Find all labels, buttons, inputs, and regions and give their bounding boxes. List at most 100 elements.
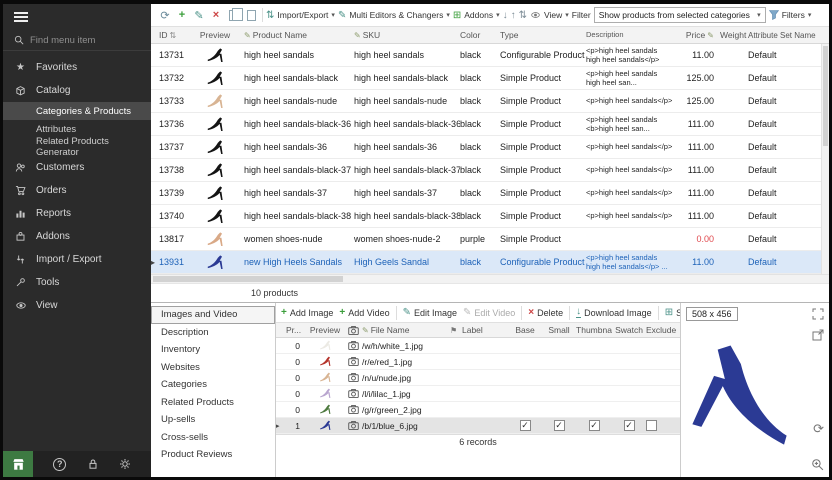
image-row[interactable]: 0 /w/h/white_1.jpg bbox=[276, 338, 680, 354]
addons-menu[interactable]: ⊞ Addons ▾ bbox=[453, 10, 500, 21]
column-header-swatch[interactable]: Swatch bbox=[612, 325, 646, 335]
column-header-attribute-set[interactable]: Attribute Set Name bbox=[748, 31, 829, 40]
paste-button[interactable] bbox=[247, 10, 256, 21]
tab-images-and-video[interactable]: Images and Video bbox=[151, 306, 275, 324]
column-header-exclude[interactable]: Exclude bbox=[646, 325, 680, 335]
product-row[interactable]: 13733 high heel sandals-nudehigh heel sa… bbox=[151, 90, 829, 113]
product-row-selected[interactable]: ▸ 13931 new High Heels SandalsHigh Geels… bbox=[151, 251, 829, 274]
column-header-small[interactable]: Small bbox=[542, 325, 576, 335]
product-row[interactable]: 13817 women shoes-nudewomen shoes-nude-2… bbox=[151, 228, 829, 251]
base-checkbox[interactable]: ✓ bbox=[520, 420, 531, 431]
column-header-type[interactable]: Type bbox=[500, 30, 586, 40]
tab-websites[interactable]: Websites bbox=[151, 359, 275, 377]
rotate-icon[interactable]: ⟳ bbox=[813, 421, 824, 437]
tab-product-reviews[interactable]: Product Reviews bbox=[151, 446, 275, 464]
import-export-menu[interactable]: ⇅ Import/Export ▾ bbox=[266, 10, 335, 21]
pos-button[interactable] bbox=[3, 451, 33, 477]
image-row-selected[interactable]: ▸ 1 /b/1/blue_6.jpg ✓ ✓ ✓ ✓ bbox=[276, 418, 680, 434]
sort-reset-button[interactable]: ⇅ bbox=[519, 10, 527, 21]
zoom-icon[interactable] bbox=[811, 458, 824, 471]
column-header-sku[interactable]: ✎SKU bbox=[354, 30, 460, 40]
image-row[interactable]: 0 /g/r/green_2.jpg bbox=[276, 402, 680, 418]
tab-description[interactable]: Description bbox=[151, 324, 275, 342]
scrollbar-thumb[interactable] bbox=[153, 276, 343, 282]
thumbnail-checkbox[interactable]: ✓ bbox=[589, 420, 600, 431]
image-row[interactable]: 0 /r/e/red_1.jpg bbox=[276, 354, 680, 370]
chevron-down-icon: ▾ bbox=[496, 11, 500, 19]
sidebar-item-reports[interactable]: Reports bbox=[3, 202, 151, 225]
tab-categories[interactable]: Categories bbox=[151, 376, 275, 394]
multi-editors-menu[interactable]: ✎ Multi Editors & Changers ▾ bbox=[338, 10, 450, 21]
category-filter-select[interactable]: Show products from selected categories ▾ bbox=[594, 7, 766, 23]
sidebar-item-catalog[interactable]: Catalog bbox=[3, 79, 151, 102]
product-row[interactable]: 13737 high heel sandals-36high heel sand… bbox=[151, 136, 829, 159]
vertical-scrollbar[interactable] bbox=[821, 44, 829, 274]
delete-image-button[interactable]: ×Delete bbox=[528, 307, 563, 318]
sort-descending-button[interactable]: ↑ bbox=[511, 10, 516, 21]
column-header-preview[interactable]: Preview bbox=[189, 30, 244, 40]
copy-button[interactable] bbox=[229, 10, 238, 21]
delete-product-button[interactable]: × bbox=[209, 9, 223, 21]
sidebar-item-categories-products[interactable]: Categories & Products bbox=[3, 102, 151, 120]
sidebar-item-tools[interactable]: Tools bbox=[3, 271, 151, 294]
image-row[interactable]: 0 /n/u/nude.jpg bbox=[276, 370, 680, 386]
row-expander-icon[interactable]: ▸ bbox=[151, 258, 155, 267]
column-header-label[interactable]: Label bbox=[462, 325, 508, 335]
column-header-description[interactable]: Description bbox=[586, 30, 676, 39]
product-row[interactable]: 13738 high heel sandals-black-37high hee… bbox=[151, 159, 829, 182]
edit-video-button[interactable]: ✎Edit Video bbox=[463, 307, 515, 318]
sidebar-item-orders[interactable]: Orders bbox=[3, 179, 151, 202]
menu-toggle-button[interactable] bbox=[3, 4, 151, 30]
product-row[interactable]: 13731 high heel sandalshigh heel sandals… bbox=[151, 44, 829, 67]
column-header-base[interactable]: Base bbox=[508, 325, 542, 335]
small-checkbox[interactable]: ✓ bbox=[554, 420, 565, 431]
swatch-checkbox[interactable]: ✓ bbox=[624, 420, 635, 431]
view-menu[interactable]: View ▾ bbox=[530, 10, 569, 20]
help-button[interactable]: ? bbox=[53, 458, 66, 471]
edit-image-button[interactable]: ✎Edit Image bbox=[403, 307, 457, 318]
open-external-icon[interactable] bbox=[812, 329, 824, 341]
add-product-button[interactable]: + bbox=[175, 9, 189, 21]
column-header-priority[interactable]: Pr... bbox=[286, 325, 306, 335]
horizontal-scrollbar[interactable] bbox=[151, 274, 829, 283]
product-row[interactable]: 13740 high heel sandals-black-38high hee… bbox=[151, 205, 829, 228]
add-image-button[interactable]: +Add Image bbox=[281, 307, 333, 318]
fullscreen-icon[interactable] bbox=[812, 308, 824, 320]
sidebar-item-customers[interactable]: Customers bbox=[3, 156, 151, 179]
sidebar-item-view[interactable]: View bbox=[3, 294, 151, 317]
product-row[interactable]: 13732 high heel sandals-blackhigh heel s… bbox=[151, 67, 829, 90]
sidebar-item-addons[interactable]: Addons bbox=[3, 225, 151, 248]
tab-related-products[interactable]: Related Products bbox=[151, 394, 275, 412]
filters-menu[interactable]: Filters ▾ bbox=[769, 10, 812, 20]
column-header-product-name[interactable]: ✎Product Name bbox=[244, 30, 354, 40]
row-expander-icon[interactable]: ▸ bbox=[276, 423, 280, 430]
sidebar-item-favorites[interactable]: ★ Favorites bbox=[3, 56, 151, 79]
sidebar-item-import-export[interactable]: Import / Export bbox=[3, 248, 151, 271]
tab-up-sells[interactable]: Up-sells bbox=[151, 411, 275, 429]
exclude-checkbox[interactable] bbox=[646, 420, 657, 431]
tab-inventory[interactable]: Inventory bbox=[151, 341, 275, 359]
column-header-color[interactable]: Color bbox=[460, 30, 500, 40]
sidebar-item-related-products-generator[interactable]: Related Products Generator bbox=[3, 138, 151, 156]
gear-icon[interactable] bbox=[119, 458, 131, 470]
product-detail-panel: Images and Video Description Inventory W… bbox=[151, 302, 829, 477]
refresh-button[interactable]: ⟳ bbox=[158, 9, 172, 22]
image-row[interactable]: 0 /l/i/lilac_1.jpg bbox=[276, 386, 680, 402]
set-resize-rule-button[interactable]: ⊞Set Resize Rule▾ bbox=[665, 307, 680, 318]
column-header-id[interactable]: ID⇅ bbox=[159, 30, 189, 40]
product-row[interactable]: 13739 high heel sandals-37high heel sand… bbox=[151, 182, 829, 205]
sort-ascending-button[interactable]: ↓ bbox=[503, 10, 508, 21]
column-header-file-name[interactable]: ✎File Name bbox=[362, 325, 450, 335]
lock-icon[interactable] bbox=[87, 458, 99, 470]
column-header-preview[interactable]: Preview bbox=[306, 325, 344, 335]
product-row[interactable]: 13736 high heel sandals-black-36high hee… bbox=[151, 113, 829, 136]
add-video-button[interactable]: +Add Video bbox=[339, 307, 389, 318]
column-header-weight[interactable]: Weight bbox=[720, 30, 748, 40]
column-header-thumbnail[interactable]: Thumbna bbox=[576, 325, 612, 335]
edit-product-button[interactable]: ✎ bbox=[192, 9, 206, 22]
scrollbar-thumb[interactable] bbox=[823, 46, 828, 146]
download-image-button[interactable]: ↓Download Image bbox=[576, 307, 652, 318]
tab-cross-sells[interactable]: Cross-sells bbox=[151, 429, 275, 447]
column-header-price[interactable]: Price✎ bbox=[676, 30, 720, 40]
sidebar-search-input[interactable]: Find menu item bbox=[3, 30, 151, 51]
